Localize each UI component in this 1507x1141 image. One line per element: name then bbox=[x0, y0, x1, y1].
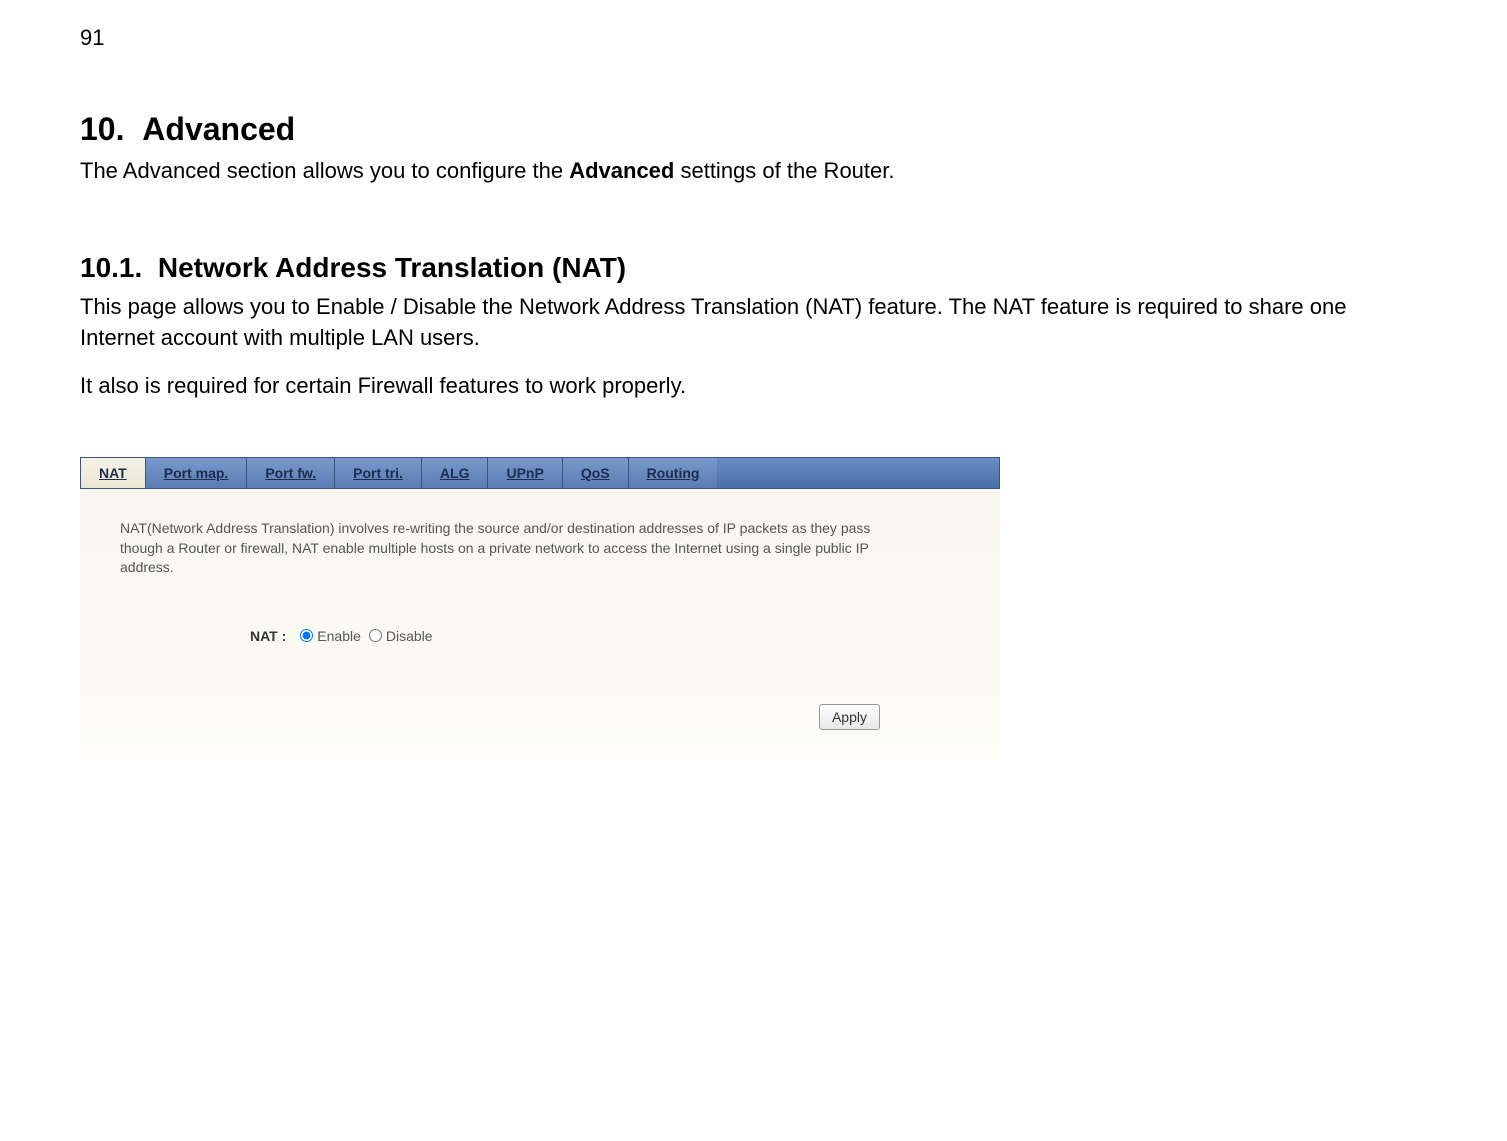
apply-button[interactable]: Apply bbox=[819, 704, 880, 730]
tab-porttri[interactable]: Port tri. bbox=[335, 458, 422, 488]
heading2-number: 10.1. bbox=[80, 252, 142, 283]
nat-radio-group: Enable Disable bbox=[300, 628, 432, 644]
apply-row: Apply bbox=[120, 704, 960, 730]
heading-number: 10. bbox=[80, 111, 124, 147]
heading-nat-section: 10.1. Network Address Translation (NAT) bbox=[80, 252, 1427, 284]
radio-enable-item[interactable]: Enable bbox=[300, 628, 361, 644]
tab-portfw[interactable]: Port fw. bbox=[247, 458, 335, 488]
tab-portmap[interactable]: Port map. bbox=[146, 458, 248, 488]
panel-description: NAT(Network Address Translation) involve… bbox=[120, 519, 900, 578]
radio-disable[interactable] bbox=[369, 629, 382, 642]
router-ui-panel: NAT Port map. Port fw. Port tri. ALG UPn… bbox=[80, 457, 1000, 760]
page-number: 91 bbox=[80, 25, 1427, 51]
nat-description-para2: It also is required for certain Firewall… bbox=[80, 371, 1427, 402]
tab-qos[interactable]: QoS bbox=[563, 458, 629, 488]
radio-disable-item[interactable]: Disable bbox=[369, 628, 433, 644]
intro-pre: The Advanced section allows you to confi… bbox=[80, 158, 569, 183]
intro-post: settings of the Router. bbox=[674, 158, 894, 183]
nat-label: NAT : bbox=[250, 628, 286, 644]
heading2-text: Network Address Translation (NAT) bbox=[158, 252, 626, 283]
radio-disable-label: Disable bbox=[386, 628, 433, 644]
heading-advanced: 10. Advanced bbox=[80, 111, 1427, 148]
radio-enable-label: Enable bbox=[317, 628, 361, 644]
tab-nat[interactable]: NAT bbox=[81, 458, 146, 488]
nat-description-para1: This page allows you to Enable / Disable… bbox=[80, 292, 1427, 354]
intro-bold: Advanced bbox=[569, 158, 674, 183]
heading-text: Advanced bbox=[142, 111, 295, 147]
tab-alg[interactable]: ALG bbox=[422, 458, 489, 488]
tab-upnp[interactable]: UPnP bbox=[488, 458, 562, 488]
tab-routing[interactable]: Routing bbox=[629, 458, 718, 488]
nat-setting-row: NAT : Enable Disable bbox=[250, 628, 960, 644]
tab-bar: NAT Port map. Port fw. Port tri. ALG UPn… bbox=[80, 457, 1000, 489]
panel-body: NAT(Network Address Translation) involve… bbox=[80, 489, 1000, 760]
radio-enable[interactable] bbox=[300, 629, 313, 642]
intro-paragraph: The Advanced section allows you to confi… bbox=[80, 156, 1427, 187]
